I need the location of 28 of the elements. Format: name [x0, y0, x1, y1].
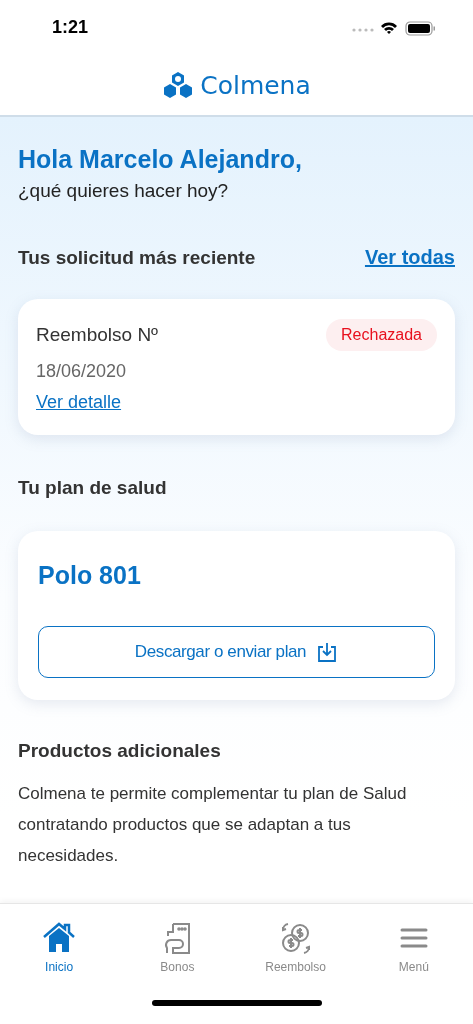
brand-name: Colmena	[200, 70, 311, 100]
tab-label: Reembolso	[265, 960, 326, 974]
section-heading: Productos adicionales	[18, 740, 222, 762]
tab-item[interactable]: Inicio	[9, 920, 110, 974]
see-all-link[interactable]: Ver todas	[364, 246, 455, 269]
tab-item[interactable]: Bonos	[127, 920, 228, 974]
tab-label: Inicio	[45, 960, 74, 974]
tab-item[interactable]: Reembolso	[245, 920, 346, 974]
request-date: 18/06/2020	[36, 361, 128, 382]
tab-label: Menú	[398, 960, 429, 974]
section-heading: Tus solicitud más reciente	[18, 246, 256, 269]
greeting-title: Hola Marcelo Alejandro,	[18, 145, 303, 174]
logo-icon	[162, 72, 195, 98]
tab-label: Bonos	[160, 960, 195, 974]
tab-item[interactable]: Menú	[363, 920, 464, 974]
download-plan-button[interactable]: Descargar o enviar plan	[38, 626, 435, 678]
wifi-icon	[381, 22, 397, 34]
download-icon	[316, 641, 339, 663]
signal-icon	[352, 27, 374, 32]
status-badge: Rechazada	[326, 319, 437, 351]
plan-name: Polo 801	[38, 561, 142, 590]
detail-link[interactable]: Ver detalle	[36, 392, 122, 412]
status-time: 1:21	[52, 17, 89, 38]
greeting-subtitle: ¿qué quieres hacer hoy?	[18, 180, 230, 202]
battery-icon	[405, 20, 435, 36]
section-heading: Tu plan de salud	[18, 477, 168, 499]
products-description: Colmena te permite complementar tu plan de Salud contratando productos que se adaptan a tus necesidades.	[18, 783, 408, 867]
request-title: Reembolso Nº	[36, 324, 159, 346]
